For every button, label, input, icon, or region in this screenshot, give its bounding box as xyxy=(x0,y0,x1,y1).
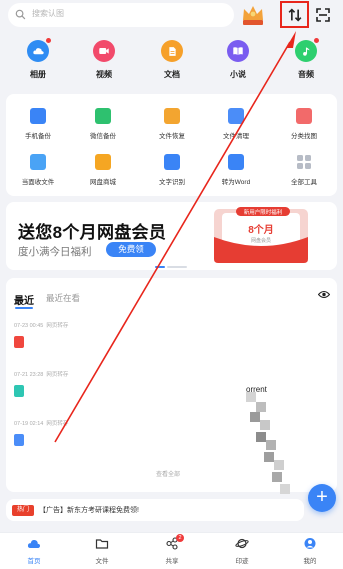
nav-badge: 2 xyxy=(176,534,184,542)
ad-hot-tag: 热门 xyxy=(12,505,34,516)
nav-label: 印迹 xyxy=(235,558,249,565)
nav-profile[interactable]: 我的 xyxy=(290,537,330,565)
share-icon: 2 xyxy=(165,534,184,550)
ad-text[interactable]: 【广告】新东方考研课程免费领! xyxy=(39,505,139,515)
nav-planet[interactable]: 印迹 xyxy=(222,537,262,565)
nav-share[interactable]: 2 共享 xyxy=(152,534,192,565)
profile-icon xyxy=(303,537,317,550)
annotation-arrow xyxy=(54,31,296,443)
nav-label: 我的 xyxy=(303,558,317,565)
nav-folder[interactable]: 文件 xyxy=(82,537,122,565)
home-cloud-icon xyxy=(27,537,41,550)
add-fab-button[interactable]: + xyxy=(308,484,336,512)
nav-label: 共享 xyxy=(165,558,179,565)
nav-label: 文件 xyxy=(95,558,109,565)
folder-icon xyxy=(95,537,109,550)
nav-home-cloud[interactable]: 首页 xyxy=(14,537,54,565)
planet-icon xyxy=(235,537,249,550)
nav-label: 首页 xyxy=(27,558,41,565)
